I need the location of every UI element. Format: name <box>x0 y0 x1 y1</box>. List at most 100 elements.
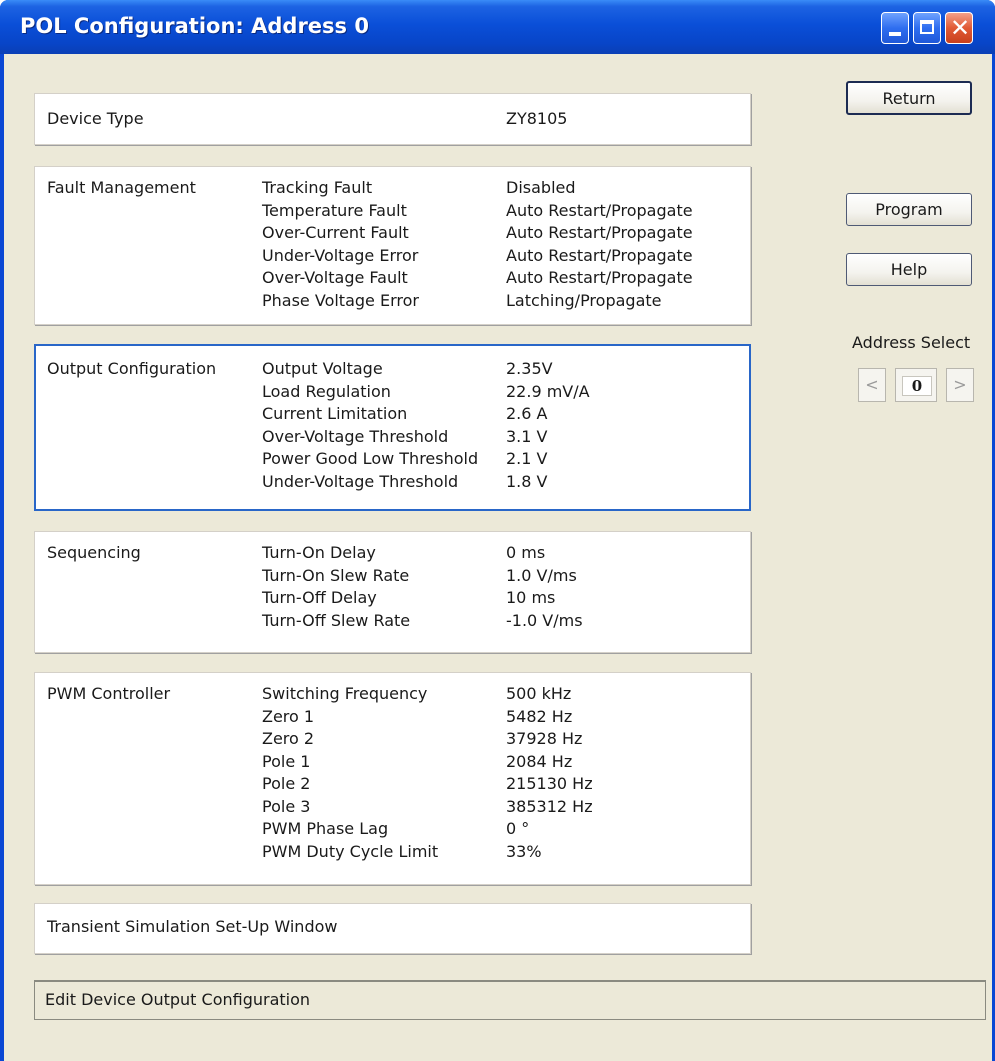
setting-label: Current Limitation <box>262 404 408 423</box>
setting-label: Output Voltage <box>262 359 383 378</box>
setting-row: Switching Frequency 500 kHz <box>262 683 742 706</box>
address-select-label: Address Select <box>852 333 971 352</box>
setting-row: Under-Voltage Error Auto Restart/Propagat… <box>262 245 742 268</box>
setting-row: Phase Voltage Error Latching/Propagate <box>262 290 742 313</box>
setting-row: Over-Current Fault Auto Restart/Propagate <box>262 222 742 245</box>
return-button[interactable]: Return <box>846 81 972 115</box>
device-type-value: ZY8105 <box>506 109 568 128</box>
setting-value: 37928 Hz <box>506 729 583 748</box>
setting-value: 500 kHz <box>506 684 572 703</box>
setting-label: Turn-On Delay <box>262 543 376 562</box>
program-button[interactable]: Program <box>846 193 972 226</box>
setting-label: Zero 2 <box>262 729 315 748</box>
setting-value: 22.9 mV/A <box>506 381 590 401</box>
setting-value: 5482 Hz <box>506 706 573 726</box>
setting-label: Over-Current Fault <box>262 223 409 242</box>
setting-value: Auto Restart/Propagate <box>506 223 693 242</box>
setting-row: Power Good Low Threshold 2.1 V <box>262 448 742 471</box>
setting-value: Auto Restart/Propagate <box>506 268 693 287</box>
setting-row: Pole 1 2084 Hz <box>262 751 742 774</box>
setting-row: Pole 2 215130 Hz <box>262 773 742 796</box>
setting-label: Over-Voltage Threshold <box>262 426 449 446</box>
pwm-controller-title: PWM Controller <box>47 684 171 703</box>
setting-row: Load Regulation 22.9 mV/A <box>262 381 742 404</box>
setting-value: Auto Restart/Propagate <box>506 245 693 265</box>
setting-row: Turn-Off Slew Rate -1.0 V/ms <box>262 610 742 633</box>
setting-value: 2.35V <box>506 359 553 378</box>
setting-label: Temperature Fault <box>262 200 407 220</box>
output-configuration-panel[interactable]: Output Configuration Output Voltage 2.35V… <box>34 344 751 511</box>
pwm-controller-panel[interactable]: PWM Controller Switching Frequency 500 kH… <box>34 672 751 885</box>
setting-row: Zero 1 5482 Hz <box>262 706 742 729</box>
setting-label: Pole 1 <box>262 751 311 771</box>
setting-value: 1.8 V <box>506 471 548 491</box>
setting-label: Pole 2 <box>262 774 311 793</box>
setting-value: Auto Restart/Propagate <box>506 200 693 220</box>
setting-row: Output Voltage 2.35V <box>262 358 742 381</box>
setting-row: Temperature Fault Auto Restart/Propagate <box>262 200 742 223</box>
setting-label: Pole 3 <box>262 796 311 816</box>
window-title: POL Configuration: Address 0 <box>20 14 369 38</box>
setting-value: -1.0 V/ms <box>506 610 583 630</box>
fault-management-title: Fault Management <box>47 178 196 197</box>
setting-value: Latching/Propagate <box>506 290 662 310</box>
setting-label: Switching Frequency <box>262 684 428 703</box>
setting-label: Turn-Off Delay <box>262 588 377 607</box>
setting-value: 33% <box>506 841 542 861</box>
setting-value: 0 ° <box>506 819 530 838</box>
sequencing-panel[interactable]: Sequencing Turn-On Delay 0 ms Turn-On Slew… <box>34 531 751 653</box>
setting-label: PWM Phase Lag <box>262 819 389 838</box>
setting-label: Turn-Off Slew Rate <box>262 610 411 630</box>
sequencing-title: Sequencing <box>47 543 141 562</box>
help-button[interactable]: Help <box>846 253 972 286</box>
setting-row: PWM Duty Cycle Limit 33% <box>262 841 742 864</box>
setting-value: 215130 Hz <box>506 774 593 793</box>
setting-label: Tracking Fault <box>262 178 373 197</box>
pol-configuration-window: POL Configuration: Address 0 ✕ Device Ty… <box>0 0 995 1061</box>
setting-label: Zero 1 <box>262 706 315 726</box>
setting-row: Zero 2 37928 Hz <box>262 728 742 751</box>
close-icon: ✕ <box>949 14 971 42</box>
setting-row: Turn-On Delay 0 ms <box>262 542 742 565</box>
address-prev-button[interactable]: < <box>858 368 886 402</box>
setting-value: 3.1 V <box>506 426 548 446</box>
setting-row: Turn-On Slew Rate 1.0 V/ms <box>262 565 742 588</box>
minimize-button[interactable] <box>881 12 909 44</box>
output-configuration-title: Output Configuration <box>47 359 217 378</box>
setting-label: Over-Voltage Fault <box>262 268 408 287</box>
setting-row: Turn-Off Delay 10 ms <box>262 587 742 610</box>
setting-row: Current Limitation 2.6 A <box>262 403 742 426</box>
address-next-button[interactable]: > <box>946 368 974 402</box>
close-button[interactable]: ✕ <box>945 12 973 44</box>
setting-label: Under-Voltage Error <box>262 245 419 265</box>
setting-label: Under-Voltage Threshold <box>262 471 459 491</box>
device-type-panel[interactable]: Device Type ZY8105 <box>34 93 751 145</box>
minimize-icon <box>889 32 901 36</box>
transient-simulation-title: Transient Simulation Set-Up Window <box>47 917 338 936</box>
fault-management-panel[interactable]: Fault Management Tracking Fault Disabled T… <box>34 166 751 325</box>
setting-value: 385312 Hz <box>506 796 593 816</box>
title-bar[interactable]: POL Configuration: Address 0 ✕ <box>0 0 995 54</box>
setting-label: Load Regulation <box>262 381 391 401</box>
device-type-label: Device Type <box>47 109 144 128</box>
status-bar: Edit Device Output Configuration <box>34 980 986 1020</box>
setting-row: PWM Phase Lag 0 ° <box>262 818 742 841</box>
setting-label: PWM Duty Cycle Limit <box>262 841 439 861</box>
setting-value: 2.6 A <box>506 404 548 423</box>
setting-value: 1.0 V/ms <box>506 565 577 585</box>
setting-row: Over-Voltage Threshold 3.1 V <box>262 426 742 449</box>
transient-simulation-panel[interactable]: Transient Simulation Set-Up Window <box>34 903 751 954</box>
maximize-button[interactable] <box>913 12 941 44</box>
client-area: Device Type ZY8105 Fault Management Trac… <box>4 54 992 1061</box>
setting-row: Under-Voltage Threshold 1.8 V <box>262 471 742 494</box>
setting-value: Disabled <box>506 178 576 197</box>
address-value-field[interactable]: 0 <box>895 368 937 402</box>
setting-label: Phase Voltage Error <box>262 290 419 310</box>
setting-value: 2084 Hz <box>506 751 573 771</box>
address-value: 0 <box>902 376 932 396</box>
setting-value: 2.1 V <box>506 449 548 468</box>
setting-row: Over-Voltage Fault Auto Restart/Propagate <box>262 267 742 290</box>
setting-label: Turn-On Slew Rate <box>262 565 410 585</box>
maximize-icon <box>920 20 934 34</box>
setting-row: Pole 3 385312 Hz <box>262 796 742 819</box>
